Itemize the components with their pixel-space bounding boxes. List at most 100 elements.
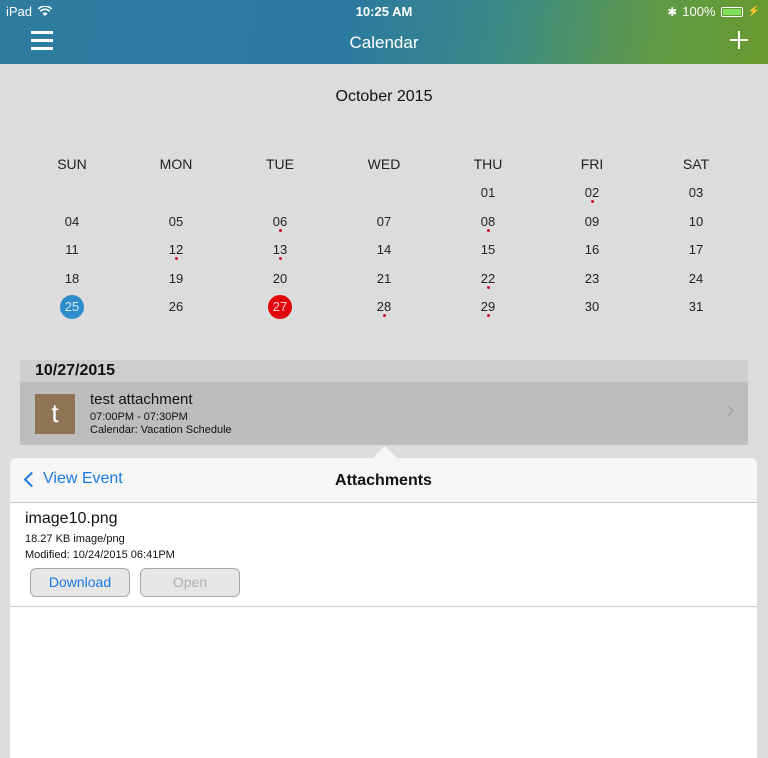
file-meta: 18.27 KB image/png xyxy=(25,533,125,545)
calendar-day[interactable]: 22 xyxy=(436,266,540,295)
calendar-day[interactable]: 19 xyxy=(124,266,228,295)
calendar-day[interactable]: 10 xyxy=(644,209,748,238)
calendar-day[interactable]: 29 xyxy=(436,294,540,323)
calendar-day[interactable]: 13 xyxy=(228,237,332,266)
weekday-label: MON xyxy=(159,156,193,172)
weekday-label: SAT xyxy=(682,156,710,172)
page-title: Calendar xyxy=(349,33,419,52)
calendar-day-number: 26 xyxy=(168,299,184,314)
calendar-day[interactable]: 15 xyxy=(436,237,540,266)
calendar-day[interactable]: 24 xyxy=(644,266,748,295)
calendar-day[interactable]: 21 xyxy=(332,266,436,295)
calendar-day[interactable]: 16 xyxy=(540,237,644,266)
calendar-empty-cell xyxy=(20,180,124,209)
calendar-day-number: 31 xyxy=(688,299,704,314)
calendar-day-number: 25 xyxy=(60,295,84,319)
event-time: 07:00PM - 07:30PM xyxy=(90,411,188,423)
event-indicator-dot xyxy=(278,314,282,317)
calendar-day-number: 23 xyxy=(584,270,600,286)
event-calendar: Calendar: Vacation Schedule xyxy=(90,424,232,436)
calendar-day[interactable]: 23 xyxy=(540,266,644,295)
selected-date-header: 10/27/2015 xyxy=(20,360,748,382)
calendar-day-number: 20 xyxy=(272,270,288,286)
calendar-day-number: 07 xyxy=(376,213,392,229)
calendar-day[interactable]: 20 xyxy=(228,266,332,295)
calendar-day-number: 19 xyxy=(168,270,184,286)
event-indicator-dot xyxy=(486,285,490,289)
battery-label: 100% xyxy=(682,4,716,19)
calendar-day[interactable]: 11 xyxy=(20,237,124,266)
attachments-popover: View Event Attachments image10.png 18.27… xyxy=(10,458,757,758)
event-indicator-dot xyxy=(174,257,178,260)
calendar-day[interactable]: 07 xyxy=(332,209,436,238)
calendar-day-number: 01 xyxy=(480,185,496,200)
calendar-day[interactable]: 08 xyxy=(436,209,540,238)
calendar-day[interactable]: 09 xyxy=(540,209,644,238)
calendar-day-number: 15 xyxy=(480,242,496,257)
event-title: test attachment xyxy=(90,391,193,408)
calendar-day-number: 30 xyxy=(584,299,600,314)
bluetooth-icon: ✱ xyxy=(667,4,678,19)
calendar-day[interactable]: 31 xyxy=(644,294,748,323)
calendar-day-number: 16 xyxy=(584,242,600,257)
month-label: October 2015 xyxy=(335,88,433,105)
weekday-header: SUN MON TUE WED THU FRI SAT xyxy=(20,156,748,172)
calendar-day[interactable]: 26 xyxy=(124,294,228,323)
weekday-label: THU xyxy=(473,156,503,172)
calendar-day-number: 04 xyxy=(64,213,80,229)
calendar-week-row: 18 19 20 21 22 23 24 xyxy=(20,266,748,295)
calendar-day[interactable]: 03 xyxy=(644,180,748,209)
calendar-day-number: 10 xyxy=(688,213,704,229)
calendar-day-number: 21 xyxy=(376,270,392,286)
event-row[interactable]: t test attachment 07:00PM - 07:30PM Cale… xyxy=(20,382,748,445)
calendar-day[interactable]: 17 xyxy=(644,237,748,266)
divider xyxy=(10,606,757,607)
calendar-day-number: 11 xyxy=(65,242,79,257)
weekday-label: SUN xyxy=(57,156,87,172)
event-indicator-dot xyxy=(382,314,386,317)
add-event-icon[interactable] xyxy=(730,31,748,49)
calendar-day-number: 14 xyxy=(376,242,392,257)
app-header: iPad 10:25 AM ✱ 100% ⚡ Calendar xyxy=(0,0,768,64)
calendar-day[interactable]: 01 xyxy=(436,180,540,209)
charging-icon: ⚡ xyxy=(747,6,760,17)
calendar-day-number: 24 xyxy=(688,270,704,286)
calendar-day[interactable]: 18 xyxy=(20,266,124,295)
chevron-right-icon xyxy=(722,405,734,417)
calendar-empty-cell xyxy=(124,180,228,209)
calendar-day[interactable]: 28 xyxy=(332,294,436,323)
calendar-week-row: 11 12 13 14 15 16 17 xyxy=(20,237,748,266)
calendar-day-number: 05 xyxy=(168,213,184,229)
weekday-label: FRI xyxy=(580,156,604,172)
calendar-week-row: 01 02 03 xyxy=(20,180,748,209)
event-indicator-dot xyxy=(486,228,490,232)
event-indicator-dot xyxy=(278,257,282,260)
popover-title: Attachments xyxy=(335,472,432,489)
calendar-day[interactable]: 25 xyxy=(20,294,124,323)
download-button[interactable]: Download xyxy=(30,568,130,597)
calendar-day[interactable]: 12 xyxy=(124,237,228,266)
calendar-day[interactable]: 30 xyxy=(540,294,644,323)
calendar-day-number: 18 xyxy=(64,270,80,286)
event-indicator-dot xyxy=(278,228,282,232)
calendar-day[interactable]: 14 xyxy=(332,237,436,266)
calendar-day[interactable]: 06 xyxy=(228,209,332,238)
status-time: 10:25 AM xyxy=(355,4,413,19)
event-thumbnail: t xyxy=(35,394,75,434)
calendar-day[interactable]: 27 xyxy=(228,294,332,323)
status-bar: iPad 10:25 AM ✱ 100% ⚡ xyxy=(0,0,768,22)
calendar-day-number: 17 xyxy=(688,242,704,257)
calendar-day[interactable]: 04 xyxy=(20,209,124,238)
file-modified: Modified: 10/24/2015 06:41PM xyxy=(25,549,175,561)
open-button[interactable]: Open xyxy=(140,568,240,597)
calendar-week-row: 25 26 27 28 29 30 31 xyxy=(20,294,748,323)
calendar-day[interactable]: 02 xyxy=(540,180,644,209)
calendar-empty-cell xyxy=(228,180,332,209)
calendar-week-row: 04 05 06 07 08 09 10 xyxy=(20,209,748,238)
calendar-day[interactable]: 05 xyxy=(124,209,228,238)
weekday-label: WED xyxy=(367,156,401,172)
calendar-day-number: 09 xyxy=(584,213,600,229)
calendar-day-number: 03 xyxy=(688,185,704,200)
file-name: image10.png xyxy=(25,510,118,527)
calendar-empty-cell xyxy=(332,180,436,209)
